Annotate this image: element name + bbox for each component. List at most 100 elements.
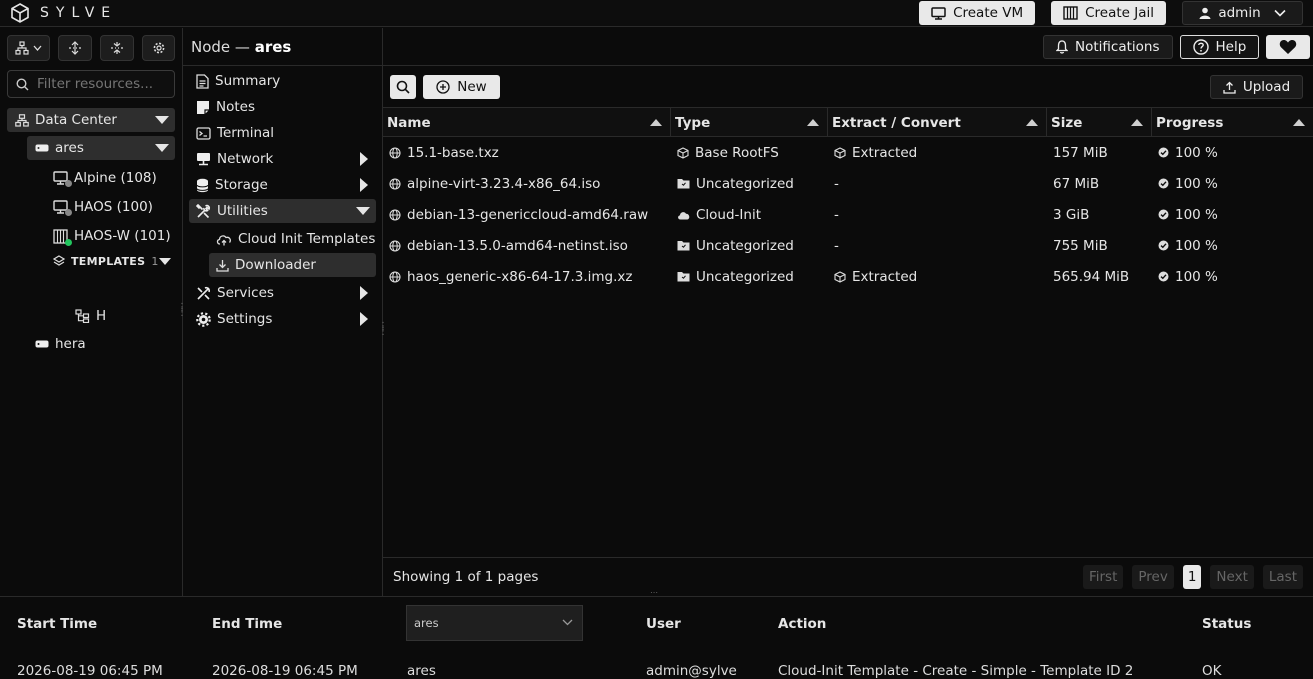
column-size[interactable]: Size bbox=[1047, 108, 1152, 137]
table-row[interactable]: debian-13.5.0-amd64-netinst.iso Uncategor… bbox=[383, 230, 1313, 261]
tree-node-hera[interactable]: hera bbox=[35, 332, 155, 356]
upload-button[interactable]: Upload bbox=[1210, 75, 1303, 99]
task-col-start[interactable]: Start Time bbox=[17, 616, 97, 632]
cell-progress: 100 % bbox=[1152, 238, 1313, 254]
vm-alpine-label: Alpine (108) bbox=[74, 170, 157, 186]
column-extract[interactable]: Extract / Convert bbox=[828, 108, 1047, 137]
tree-template-h[interactable]: H bbox=[75, 304, 155, 328]
table-header: Name Type Extract / Convert Size Progres… bbox=[383, 107, 1313, 137]
menu-storage[interactable]: Storage bbox=[189, 173, 376, 197]
notifications-button[interactable]: Notifications bbox=[1043, 35, 1173, 59]
templates-count: 1 bbox=[151, 254, 159, 268]
menu-terminal[interactable]: Terminal bbox=[189, 121, 376, 145]
task-col-user[interactable]: User bbox=[646, 616, 681, 632]
create-jail-label: Create Jail bbox=[1085, 5, 1154, 21]
cell-size: 67 MiB bbox=[1047, 176, 1152, 192]
cell-size-text: 565.94 MiB bbox=[1053, 268, 1130, 285]
tree-vm-haos[interactable]: HAOS (100) bbox=[53, 195, 178, 219]
menu-network[interactable]: Network bbox=[189, 147, 376, 171]
pagination-status: Showing 1 of 1 pages bbox=[393, 569, 539, 585]
menu-utilities[interactable]: Utilities bbox=[189, 199, 376, 223]
box-icon bbox=[677, 146, 689, 159]
cell-name-text: debian-13-genericcloud-amd64.raw bbox=[407, 206, 649, 223]
caret-down-icon bbox=[159, 257, 171, 265]
last-page-button[interactable]: Last bbox=[1262, 565, 1303, 589]
tree-templates[interactable]: TEMPLATES 1 bbox=[53, 249, 175, 273]
user-name: admin bbox=[1218, 5, 1261, 21]
logo[interactable]: SYLVE bbox=[10, 3, 117, 23]
cell-extract: - bbox=[828, 207, 1047, 223]
filter-resources[interactable] bbox=[7, 70, 177, 98]
folder-icon bbox=[677, 178, 690, 189]
prev-page-button[interactable]: Prev bbox=[1132, 565, 1174, 589]
cell-size: 157 MiB bbox=[1047, 145, 1152, 161]
tree-datacenter[interactable]: Data Center bbox=[7, 108, 175, 132]
tree-node-ares[interactable]: ares bbox=[27, 136, 175, 160]
column-progress[interactable]: Progress bbox=[1152, 108, 1313, 137]
filter-input[interactable] bbox=[37, 76, 177, 92]
menu-settings-label: Settings bbox=[217, 311, 273, 327]
cell-type: Uncategorized bbox=[671, 176, 828, 192]
user-menu-button[interactable]: admin bbox=[1182, 1, 1303, 25]
column-size-label: Size bbox=[1051, 114, 1083, 131]
menu-utilities-label: Utilities bbox=[217, 203, 268, 219]
cell-extract-text: Extracted bbox=[852, 268, 918, 285]
menu-cloud-init-templates[interactable]: Cloud Init Templates bbox=[209, 227, 376, 251]
network-icon bbox=[196, 152, 211, 166]
column-type[interactable]: Type bbox=[671, 108, 828, 137]
help-button[interactable]: Help bbox=[1179, 35, 1260, 59]
cloud-icon bbox=[677, 210, 690, 220]
create-jail-button[interactable]: Create Jail bbox=[1051, 1, 1166, 25]
task-col-end[interactable]: End Time bbox=[212, 616, 282, 632]
new-button[interactable]: New bbox=[423, 75, 500, 99]
search-button[interactable] bbox=[390, 75, 416, 99]
menu-terminal-label: Terminal bbox=[217, 125, 275, 141]
caret-right-icon bbox=[360, 312, 368, 326]
cell-name: haos_generic-x86-64-17.3.img.xz bbox=[383, 269, 671, 285]
create-vm-label: Create VM bbox=[953, 5, 1024, 21]
favorite-button[interactable] bbox=[1266, 35, 1311, 59]
tree-view-dropdown[interactable] bbox=[7, 35, 50, 61]
task-col-action[interactable]: Action bbox=[778, 616, 826, 632]
collapse-all-button[interactable] bbox=[100, 35, 134, 61]
tree-settings-button[interactable] bbox=[142, 35, 175, 61]
jail-icon bbox=[53, 228, 72, 246]
cell-size: 3 GiB bbox=[1047, 207, 1152, 223]
terminal-icon bbox=[196, 126, 211, 140]
cell-progress-text: 100 % bbox=[1175, 206, 1218, 223]
template-tree-icon bbox=[75, 309, 90, 323]
tree-vm-alpine[interactable]: Alpine (108) bbox=[53, 166, 178, 190]
upload-icon bbox=[1223, 81, 1236, 94]
menu-notes[interactable]: Notes bbox=[189, 95, 376, 119]
notifications-label: Notifications bbox=[1075, 39, 1160, 55]
menu-downloader[interactable]: Downloader bbox=[209, 253, 376, 277]
task-node-select[interactable]: ares bbox=[406, 605, 583, 641]
template-h-label: H bbox=[96, 308, 107, 324]
check-circle-icon bbox=[1158, 271, 1169, 282]
page-1-button[interactable]: 1 bbox=[1182, 565, 1202, 589]
cell-progress-text: 100 % bbox=[1175, 144, 1218, 161]
collapse-icon bbox=[110, 41, 124, 55]
tree-jail-haosw[interactable]: HAOS-W (101) bbox=[53, 224, 178, 248]
task-col-status[interactable]: Status bbox=[1202, 616, 1251, 632]
cell-progress: 100 % bbox=[1152, 269, 1313, 285]
column-name[interactable]: Name bbox=[383, 108, 671, 137]
table-row[interactable]: haos_generic-x86-64-17.3.img.xz Uncategor… bbox=[383, 261, 1313, 292]
folder-icon bbox=[677, 271, 690, 282]
table-row[interactable]: alpine-virt-3.23.4-x86_64.iso Uncategoriz… bbox=[383, 168, 1313, 199]
box-icon bbox=[834, 146, 846, 159]
table-row[interactable]: 15.1-base.txz Base RootFS Extracted 157 MiB… bbox=[383, 137, 1313, 168]
menu-summary[interactable]: Summary bbox=[189, 69, 376, 93]
menu-services[interactable]: Services bbox=[189, 281, 376, 305]
cell-extract-text: - bbox=[834, 237, 839, 254]
menu-settings[interactable]: Settings bbox=[189, 307, 376, 331]
table-row[interactable]: debian-13-genericcloud-amd64.raw Cloud-In… bbox=[383, 199, 1313, 230]
first-page-button[interactable]: First bbox=[1082, 565, 1124, 589]
hierarchy-icon bbox=[15, 41, 29, 55]
next-page-button[interactable]: Next bbox=[1210, 565, 1254, 589]
expand-all-button[interactable] bbox=[58, 35, 92, 61]
wrench-icon bbox=[196, 286, 211, 301]
caret-right-icon bbox=[360, 152, 368, 166]
cell-progress: 100 % bbox=[1152, 207, 1313, 223]
create-vm-button[interactable]: Create VM bbox=[919, 1, 1036, 25]
